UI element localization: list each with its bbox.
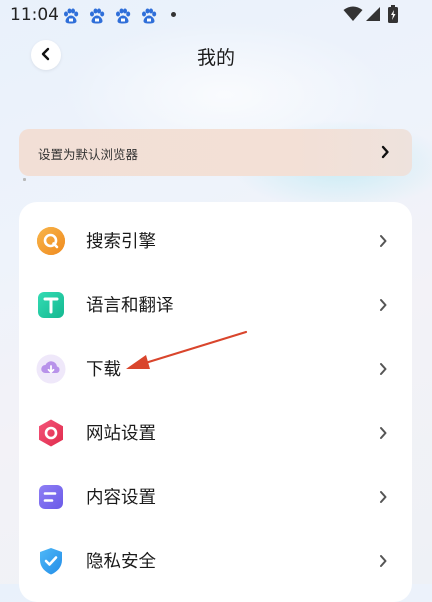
- menu-item-search-engine[interactable]: 搜索引擎: [19, 208, 412, 272]
- menu-item-label: 搜索引擎: [86, 232, 156, 252]
- battery-icon: [387, 5, 399, 28]
- signal-icon: [364, 6, 381, 26]
- chevron-right-icon: [378, 553, 388, 573]
- menu-item-label: 语言和翻译: [86, 296, 174, 316]
- baidu-paw-icon: [114, 7, 132, 25]
- page-title: 我的: [196, 47, 235, 69]
- menu-item-download[interactable]: 下载: [19, 336, 412, 400]
- menu-item-privacy-security[interactable]: 隐私安全: [19, 528, 412, 592]
- menu-item-label: 网站设置: [86, 424, 156, 444]
- menu-item-website-settings[interactable]: 网站设置: [19, 400, 412, 464]
- translate-icon: [36, 290, 66, 320]
- website-settings-icon: [36, 418, 66, 448]
- menu-item-language-translate[interactable]: 语言和翻译: [19, 272, 412, 336]
- menu-item-content-settings[interactable]: 内容设置: [19, 464, 412, 528]
- menu-item-label: 隐私安全: [86, 552, 156, 572]
- status-time: 11:04: [10, 5, 59, 25]
- baidu-paw-icon: [88, 7, 106, 25]
- chevron-right-icon: [378, 425, 388, 445]
- notification-dot: [171, 12, 176, 17]
- banner-label: 设置为默认浏览器: [38, 147, 139, 162]
- chevron-right-icon: [380, 144, 390, 164]
- menu-item-label: 内容设置: [86, 488, 156, 508]
- wifi-icon: [343, 6, 363, 26]
- baidu-paw-icon: [62, 7, 80, 25]
- chevron-right-icon: [378, 489, 388, 509]
- menu-item-label: 下载: [86, 360, 121, 380]
- chevron-right-icon: [378, 233, 388, 253]
- status-bar: 11:04: [0, 0, 432, 30]
- privacy-shield-icon: [36, 546, 66, 576]
- baidu-paw-icon: [140, 7, 158, 25]
- divider-dot: [23, 178, 26, 181]
- chevron-right-icon: [378, 361, 388, 381]
- search-engine-icon: [36, 226, 66, 256]
- download-cloud-icon: [36, 354, 66, 384]
- page-header: 我的: [0, 30, 432, 85]
- chevron-right-icon: [378, 297, 388, 317]
- settings-card: 搜索引擎 语言和翻译 下载 网站设置 内容设置 隐私安全: [19, 202, 412, 602]
- set-default-browser-banner[interactable]: 设置为默认浏览器: [19, 129, 412, 176]
- content-settings-icon: [36, 482, 66, 512]
